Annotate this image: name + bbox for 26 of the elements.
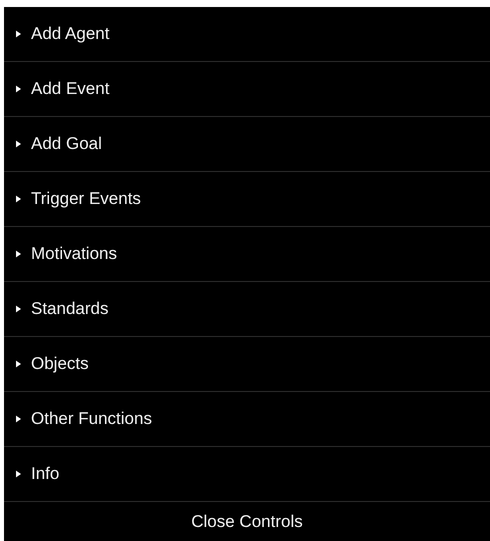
folder-title: Motivations <box>31 244 117 264</box>
caret-icon <box>16 195 21 203</box>
folder-item[interactable]: Add Agent <box>4 7 490 62</box>
caret-icon <box>16 360 21 368</box>
caret-icon <box>16 305 21 313</box>
folder-title: Objects <box>31 354 89 374</box>
caret-icon <box>16 250 21 258</box>
folder-item[interactable]: Objects <box>4 337 490 392</box>
folder-title: Trigger Events <box>31 189 141 209</box>
folder-title: Add Agent <box>31 24 110 44</box>
folder-item[interactable]: Add Event <box>4 62 490 117</box>
folder-title: Add Event <box>31 79 110 99</box>
caret-icon <box>16 470 21 478</box>
caret-icon <box>16 30 21 38</box>
caret-icon <box>16 85 21 93</box>
folder-title: Standards <box>31 299 108 319</box>
folder-item[interactable]: Standards <box>4 282 490 337</box>
folder-item[interactable]: Other Functions <box>4 392 490 447</box>
folder-title: Other Functions <box>31 409 152 429</box>
caret-icon <box>16 140 21 148</box>
folder-item[interactable]: Trigger Events <box>4 172 490 227</box>
caret-icon <box>16 415 21 423</box>
folder-item[interactable]: Add Goal <box>4 117 490 172</box>
folder-item[interactable]: Motivations <box>4 227 490 282</box>
folder-title: Add Goal <box>31 134 102 154</box>
folder-title: Info <box>31 464 60 484</box>
